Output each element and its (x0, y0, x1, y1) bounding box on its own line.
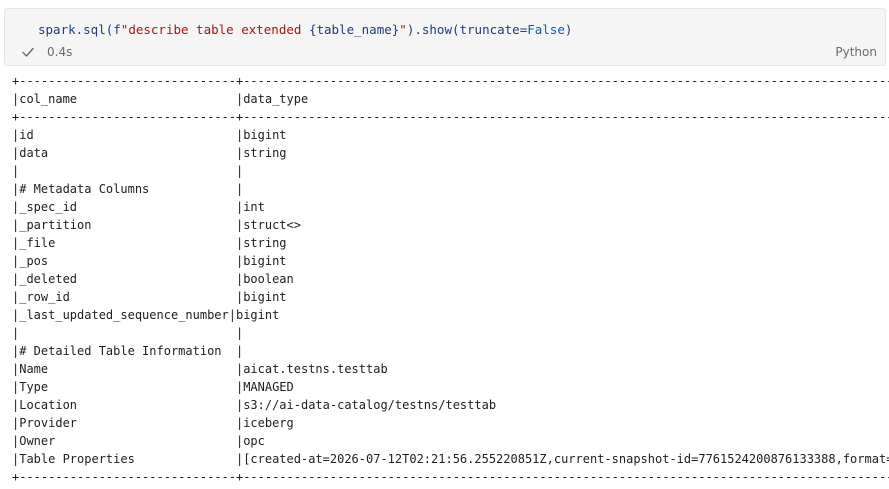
table-row: | | (12, 326, 244, 340)
table-row: |Provider |iceberg (12, 416, 294, 430)
code-variable: table_name (316, 22, 392, 37)
table-row: |data |string (12, 146, 287, 160)
check-icon (21, 45, 35, 59)
code-string-start: "describe table extended (120, 22, 309, 37)
table-row: |_partition |struct<> (12, 218, 301, 232)
table-row: |Table Properties |[created-at=2026-07-1… (12, 452, 889, 466)
table-row: |_spec_id |int (12, 200, 265, 214)
code-show-call: ).show( (406, 22, 460, 37)
notebook: spark.sql(f"describe table extended {tab… (0, 0, 889, 489)
code-cell[interactable]: spark.sql(f"describe table extended {tab… (4, 8, 886, 66)
code-fstring-prefix: f (113, 22, 121, 37)
table-header: |col_name |data_type (12, 92, 309, 106)
table-row: |_last_updated_sequence_number|bigint (12, 308, 280, 322)
table-row: |_pos |bigint (12, 254, 287, 268)
table-row: |# Metadata Columns | (12, 182, 244, 196)
code-string-end: " (399, 22, 407, 37)
table-row: |# Detailed Table Information | (12, 344, 244, 358)
table-separator: +------------------------------+--------… (12, 470, 889, 484)
table-row: |id |bigint (12, 128, 287, 142)
code-line[interactable]: spark.sql(f"describe table extended {tab… (38, 22, 572, 38)
table-separator: +------------------------------+--------… (12, 74, 889, 88)
table-row: |Location |s3://ai-data-catalog/testns/t… (12, 398, 497, 412)
code-param: truncate= (459, 22, 528, 37)
cell-output: +------------------------------+--------… (12, 72, 889, 489)
table-row: |Owner |opc (12, 434, 265, 448)
table-row: | | (12, 164, 244, 178)
output-table: +------------------------------+--------… (12, 72, 889, 486)
table-row: |_file |string (12, 236, 287, 250)
table-row: |Name |aicat.testns.testtab (12, 362, 388, 376)
table-row: |_row_id |bigint (12, 290, 287, 304)
code-end: ) (564, 22, 573, 37)
exec-time: 0.4s (47, 45, 73, 59)
language-label[interactable]: Python (835, 45, 877, 59)
table-row: |_deleted |boolean (12, 272, 294, 286)
code-fn: spark.sql( (38, 22, 114, 37)
exec-status: 0.4s (21, 45, 72, 59)
code-const: False (527, 22, 565, 37)
table-row: |Type |MANAGED (12, 380, 294, 394)
table-separator: +------------------------------+--------… (12, 110, 889, 124)
